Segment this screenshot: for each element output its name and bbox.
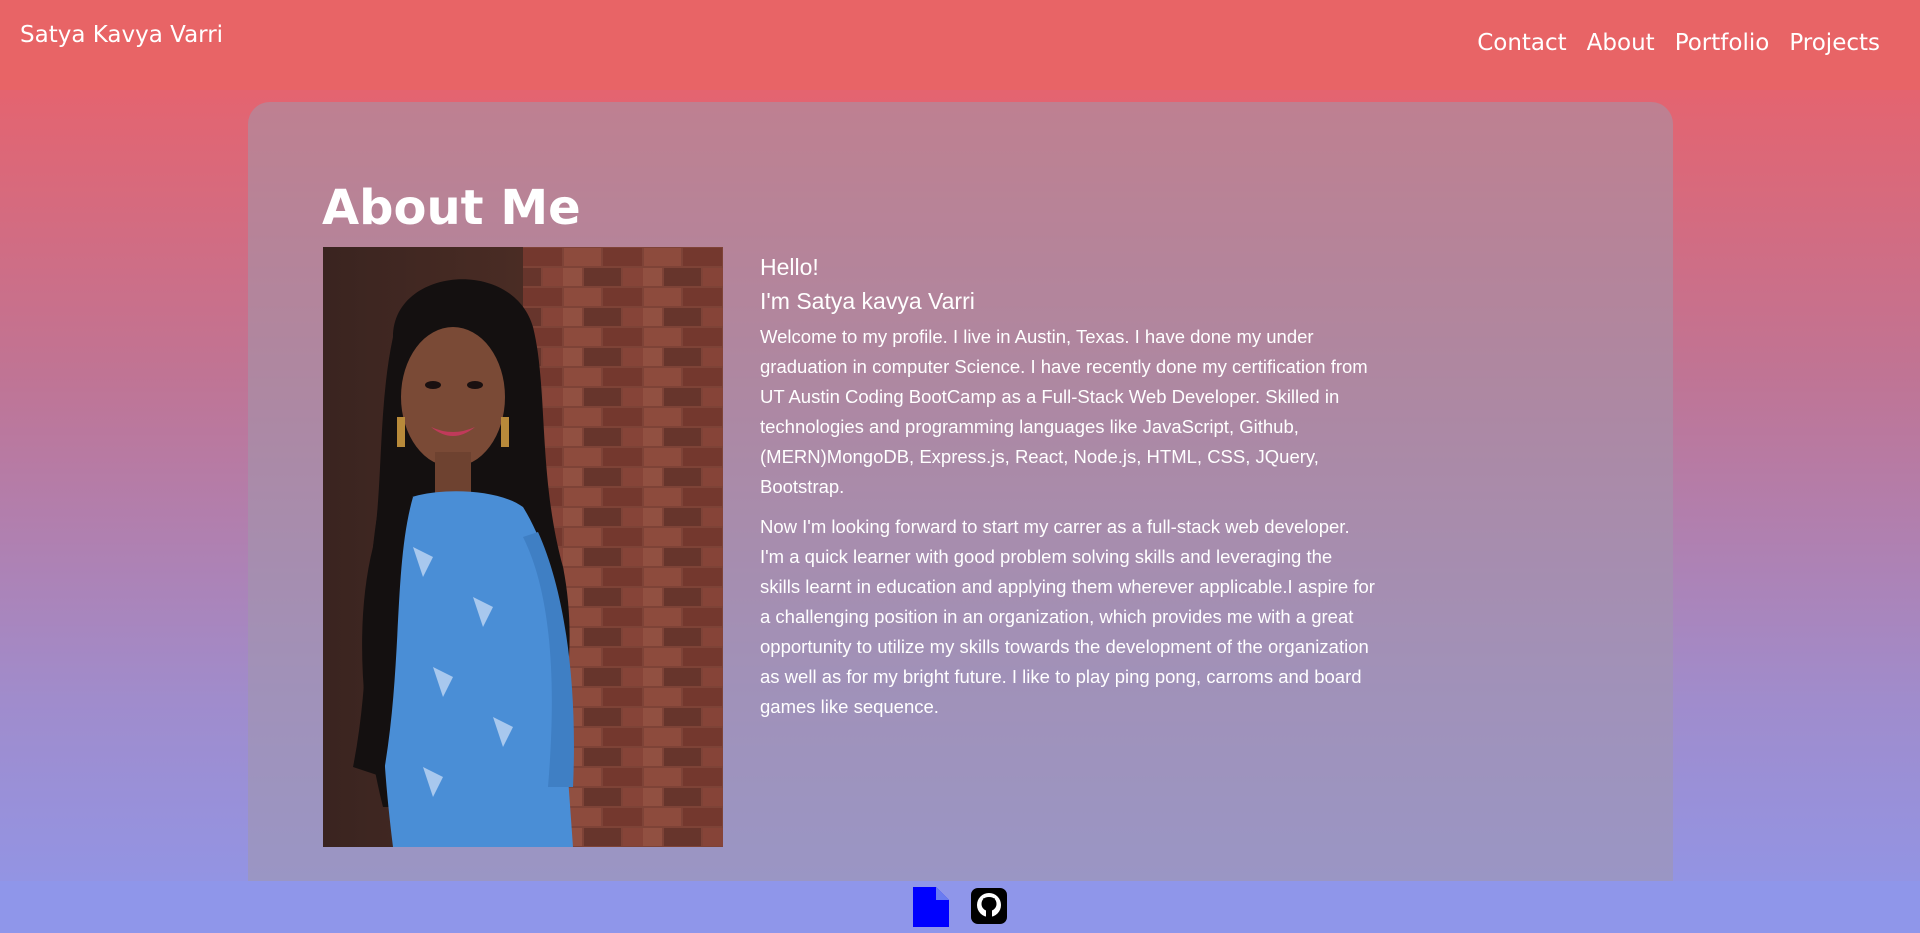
nav-link-projects[interactable]: Projects	[1789, 30, 1880, 56]
brand-link[interactable]: Satya Kavya Varri	[20, 22, 223, 48]
nav-links: Contact About Portfolio Projects	[1477, 30, 1880, 56]
about-paragraph: Now I'm looking forward to start my carr…	[760, 516, 1375, 717]
github-icon[interactable]	[971, 888, 1007, 929]
nav-link-portfolio[interactable]: Portfolio	[1675, 30, 1770, 56]
nav-link-about[interactable]: About	[1587, 30, 1655, 56]
footer	[0, 881, 1920, 933]
nav-link-contact[interactable]: Contact	[1477, 30, 1566, 56]
about-paragraph: Welcome to my profile. I live in Austin,…	[760, 326, 1368, 497]
profile-photo	[323, 247, 723, 847]
file-icon[interactable]	[912, 886, 950, 933]
name-line: I'm Satya kavya Varri	[760, 288, 975, 314]
navbar: Satya Kavya Varri Contact About Portfoli…	[0, 0, 1920, 90]
about-text: Hello! I'm Satya kavya Varri Welcome to …	[760, 245, 1375, 732]
page-title: About Me	[322, 180, 581, 236]
greeting: Hello!	[760, 254, 819, 280]
